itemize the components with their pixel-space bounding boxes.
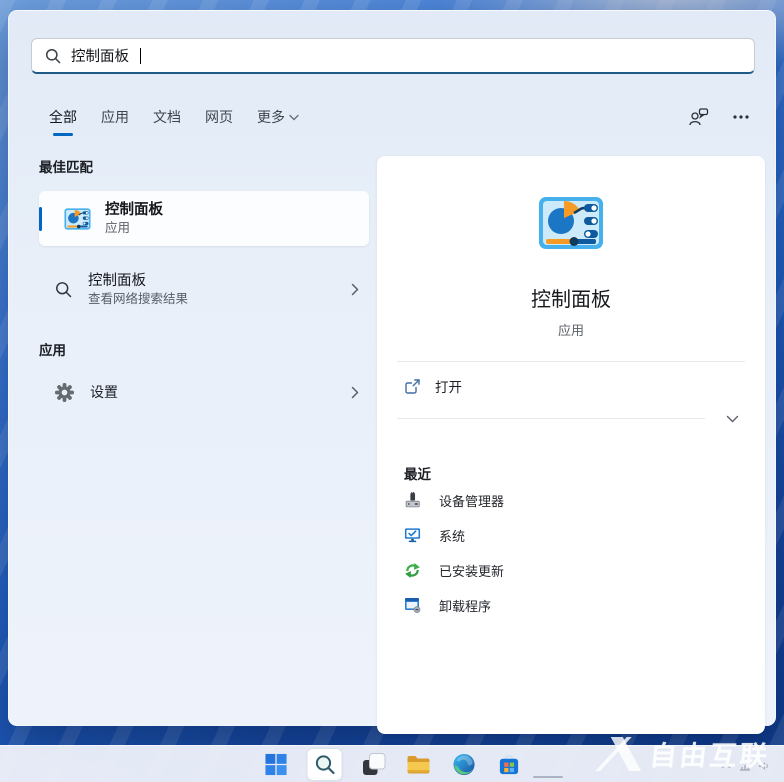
feedback-account-icon[interactable] <box>689 108 709 126</box>
recent-item-label: 系统 <box>439 526 465 545</box>
file-explorer-icon[interactable] <box>405 750 433 780</box>
recent-item-device-manager[interactable]: 设备管理器 <box>387 483 755 518</box>
web-search-result[interactable]: 控制面板 查看网络搜索结果 <box>39 263 369 315</box>
tab-web[interactable]: 网页 <box>205 107 233 127</box>
recent-item-label: 已安装更新 <box>439 561 504 580</box>
open-action[interactable]: 打开 <box>387 362 755 410</box>
tray-network-icon <box>739 761 751 771</box>
start-icon[interactable] <box>262 750 290 780</box>
taskbar-dash <box>533 776 563 778</box>
web-result-title: 控制面板 <box>88 272 188 290</box>
web-result-subtitle: 查看网络搜索结果 <box>88 291 188 307</box>
chevron-down-icon <box>289 114 299 121</box>
search-query-text: 控制面板 <box>71 45 129 66</box>
uninstall-program-icon <box>404 597 422 614</box>
open-label: 打开 <box>435 376 462 396</box>
text-caret <box>140 48 141 64</box>
recent-item-system[interactable]: 系统 <box>387 518 755 553</box>
device-manager-icon <box>404 492 422 509</box>
chevron-right-icon <box>351 386 359 399</box>
control-panel-icon-large <box>538 196 604 250</box>
recent-item-installed-updates[interactable]: 已安装更新 <box>387 553 755 588</box>
store-icon[interactable] <box>495 750 523 780</box>
recent-section-header: 最近 <box>404 463 765 483</box>
gear-icon <box>55 383 74 402</box>
settings-label: 设置 <box>90 382 118 402</box>
taskbar <box>0 745 784 782</box>
result-detail-pane: 控制面板 应用 打开 最近 设备管理器 <box>377 156 765 734</box>
screen: 控制面板 全部 应用 文档 网页 更多 <box>0 0 784 782</box>
search-icon[interactable] <box>307 748 343 781</box>
active-tab-underline <box>53 133 73 136</box>
system-tray[interactable] <box>720 761 770 771</box>
search-icon <box>45 48 61 64</box>
apps-section-header: 应用 <box>39 339 369 359</box>
recent-item-uninstall-program[interactable]: 卸载程序 <box>387 588 755 623</box>
installed-updates-icon <box>404 562 422 579</box>
detail-title: 控制面板 <box>377 283 765 312</box>
tab-all[interactable]: 全部 <box>49 107 77 127</box>
expand-chevron-down-icon[interactable] <box>726 411 739 429</box>
result-settings[interactable]: 设置 <box>39 372 369 412</box>
system-icon <box>404 527 422 544</box>
search-icon <box>55 281 72 298</box>
search-input[interactable]: 控制面板 <box>31 38 755 74</box>
tray-volume-icon <box>758 761 770 771</box>
best-match-title: 控制面板 <box>105 201 163 219</box>
selection-accent-bar <box>39 207 42 231</box>
divider <box>397 418 705 419</box>
recent-item-label: 卸载程序 <box>439 596 491 615</box>
tab-documents[interactable]: 文档 <box>153 107 181 127</box>
best-match-result[interactable]: 控制面板 应用 <box>39 191 369 246</box>
search-filter-tabs: 全部 应用 文档 网页 更多 <box>49 103 749 131</box>
best-match-subtitle: 应用 <box>105 220 163 236</box>
open-external-icon <box>405 379 420 394</box>
results-list: 最佳匹配 控制面板 应用 控制面板 查看网络搜索结果 <box>39 156 369 412</box>
chevron-right-icon <box>351 283 359 296</box>
edge-icon[interactable] <box>450 750 478 780</box>
tab-apps[interactable]: 应用 <box>101 107 129 127</box>
recent-item-label: 设备管理器 <box>439 491 504 510</box>
best-match-header: 最佳匹配 <box>39 156 369 176</box>
search-flyout-panel: 控制面板 全部 应用 文档 网页 更多 <box>8 10 776 726</box>
tray-chevron-up-icon <box>720 761 732 771</box>
task-view-icon[interactable] <box>360 750 388 780</box>
control-panel-icon <box>64 208 91 230</box>
more-options-icon[interactable] <box>733 115 749 119</box>
tab-more[interactable]: 更多 <box>257 107 299 127</box>
detail-subtitle: 应用 <box>377 320 765 339</box>
